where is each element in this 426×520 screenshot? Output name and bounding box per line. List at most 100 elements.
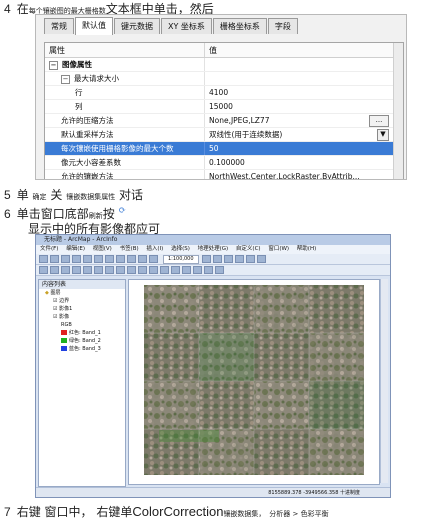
clear-selection-icon[interactable] <box>138 266 147 274</box>
ellipsis-button[interactable]: ... <box>369 115 389 127</box>
property-row-mosaic-methods[interactable]: 允许的镶嵌方法 NorthWest,Center,LockRaster,ByAt… <box>45 170 403 179</box>
step-small-label: 镶嵌数据集属性 <box>66 193 116 201</box>
row-value[interactable]: 0.100000 <box>205 156 403 169</box>
step-number: 6 <box>4 207 11 221</box>
red-swatch <box>61 330 67 335</box>
tab-raster-coordinate-system[interactable]: 栅格坐标系 <box>212 18 267 34</box>
menu-edit[interactable]: 编辑(E) <box>66 246 85 252</box>
delete-icon[interactable] <box>116 255 125 263</box>
search-icon[interactable] <box>234 255 244 263</box>
print-icon[interactable] <box>72 255 81 263</box>
arctoolbox-icon[interactable] <box>245 255 255 263</box>
checkbox-icon[interactable]: ☑ <box>53 298 57 304</box>
select-features-icon[interactable] <box>127 266 136 274</box>
toc-layers[interactable]: ◆ 图层 <box>39 289 125 297</box>
collapse-icon[interactable]: − <box>49 60 58 70</box>
html-popup-icon[interactable] <box>204 266 213 274</box>
green-swatch <box>61 338 67 343</box>
table-icon[interactable] <box>212 255 222 263</box>
arcmap-window: 无标题 - ArcMap - ArcInfo 文件(F) 编辑(E) 视图(V)… <box>35 234 391 498</box>
checkbox-icon[interactable]: ☑ <box>53 314 57 320</box>
menu-bookmarks[interactable]: 书签(B) <box>120 246 139 252</box>
toc-band-red: 红色: Band_1 <box>39 329 125 337</box>
full-extent-icon[interactable] <box>72 266 81 274</box>
tab-defaults[interactable]: 默认值 <box>75 17 113 35</box>
find-icon[interactable] <box>171 266 180 274</box>
row-value[interactable]: 4100 <box>205 86 403 99</box>
paste-icon[interactable] <box>105 255 114 263</box>
tools-toolbar <box>36 265 390 276</box>
step-text: 对话 <box>119 188 144 202</box>
arcmap-title-bar: 无标题 - ArcMap - ArcInfo <box>36 235 390 245</box>
python-icon[interactable] <box>256 255 266 263</box>
measure-icon[interactable] <box>182 266 191 274</box>
step-5-line: 5单 确定 关 镶嵌数据集属性 对话 <box>4 186 143 203</box>
property-row-rows[interactable]: 行 4100 <box>45 86 403 100</box>
property-row-columns[interactable]: 列 15000 <box>45 100 403 114</box>
menu-windows[interactable]: 窗口(W) <box>268 246 289 252</box>
forward-icon[interactable] <box>116 266 125 274</box>
toc-image1[interactable]: ☑ 影像1 <box>39 305 125 313</box>
identify-icon[interactable] <box>160 266 169 274</box>
property-row-resampling[interactable]: 默认重采样方法 双线性(用于连续数据) ▼ <box>45 128 403 142</box>
toc-band-blue: 蓝色: Band_3 <box>39 345 125 353</box>
collapse-icon[interactable]: − <box>61 74 70 84</box>
cut-icon[interactable] <box>83 255 92 263</box>
row-value[interactable]: NorthWest,Center,LockRaster,ByAttrib... <box>205 170 403 179</box>
max-rasters-input[interactable]: 50 <box>205 142 403 155</box>
property-row-compression[interactable]: 允许的压缩方法 None,JPEG,LZ77 ... <box>45 114 403 128</box>
back-icon[interactable] <box>105 266 114 274</box>
catalog-icon[interactable] <box>223 255 233 263</box>
hyperlink-icon[interactable] <box>193 266 202 274</box>
row-label: 最大请求大小 <box>74 74 119 83</box>
vertical-scrollbar[interactable] <box>393 43 403 179</box>
blue-swatch <box>61 346 67 351</box>
step-number: 4 <box>4 2 11 16</box>
menu-file[interactable]: 文件(F) <box>40 246 58 252</box>
menu-selection[interactable]: 选择(S) <box>171 246 190 252</box>
group-row-max-request-size[interactable]: − 最大请求大小 <box>45 72 403 86</box>
zoom-out-icon[interactable] <box>50 266 59 274</box>
tab-fields[interactable]: 字段 <box>267 18 298 34</box>
open-icon[interactable] <box>50 255 59 263</box>
menu-geoprocessing[interactable]: 地理处理(G) <box>198 246 229 252</box>
dropdown-arrow-icon[interactable]: ▼ <box>377 129 389 141</box>
toc-image[interactable]: ☑ 影像 <box>39 313 125 321</box>
row-value[interactable]: 双线性(用于连续数据) <box>205 128 403 141</box>
tab-key-metadata[interactable]: 键元数据 <box>114 18 160 34</box>
zoom-in-icon[interactable] <box>39 266 48 274</box>
fixed-zoom-out-icon[interactable] <box>94 266 103 274</box>
map-vertical-scrollbar[interactable] <box>380 279 388 483</box>
step-number: 5 <box>4 188 11 202</box>
fixed-zoom-in-icon[interactable] <box>83 266 92 274</box>
toc-boundary[interactable]: ☑ 边界 <box>39 297 125 305</box>
tab-xy-coordinate-system[interactable]: XY 坐标系 <box>161 18 212 34</box>
time-slider-icon[interactable] <box>215 266 224 274</box>
tab-strip: 常规 默认值 键元数据 XY 坐标系 栅格坐标系 字段 <box>44 17 299 35</box>
redo-icon[interactable] <box>138 255 147 263</box>
new-icon[interactable] <box>39 255 48 263</box>
row-label: 像元大小容差系数 <box>45 156 205 169</box>
copy-icon[interactable] <box>94 255 103 263</box>
scale-box[interactable]: 1:100,000 <box>163 254 199 264</box>
property-row-cellsize-tolerance[interactable]: 像元大小容差系数 0.100000 <box>45 156 403 170</box>
standard-toolbar: 1:100,000 <box>36 254 390 265</box>
mosaic-imagery <box>144 285 364 475</box>
menu-customize[interactable]: 自定义(C) <box>236 246 261 252</box>
add-data-icon[interactable] <box>149 255 158 263</box>
pan-icon[interactable] <box>61 266 70 274</box>
menu-help[interactable]: 帮助(H) <box>297 246 316 252</box>
map-display[interactable] <box>128 279 380 485</box>
row-value[interactable]: 15000 <box>205 100 403 113</box>
group-row-image-properties[interactable]: − 图像属性 <box>45 58 403 72</box>
checkbox-icon[interactable]: ☑ <box>53 306 57 312</box>
save-icon[interactable] <box>61 255 70 263</box>
undo-icon[interactable] <box>127 255 136 263</box>
property-row-max-rasters-per-mosaic[interactable]: 每次镶嵌使用栅格影像的最大个数 50 <box>45 142 403 156</box>
menu-view[interactable]: 视图(V) <box>93 246 112 252</box>
status-bar-coordinates: 8155889.378 -3949566.358 十进制度 <box>36 487 390 497</box>
tab-general[interactable]: 常规 <box>44 18 74 34</box>
editor-icon[interactable] <box>201 255 211 263</box>
menu-insert[interactable]: 插入(I) <box>146 246 163 252</box>
select-elements-icon[interactable] <box>149 266 158 274</box>
